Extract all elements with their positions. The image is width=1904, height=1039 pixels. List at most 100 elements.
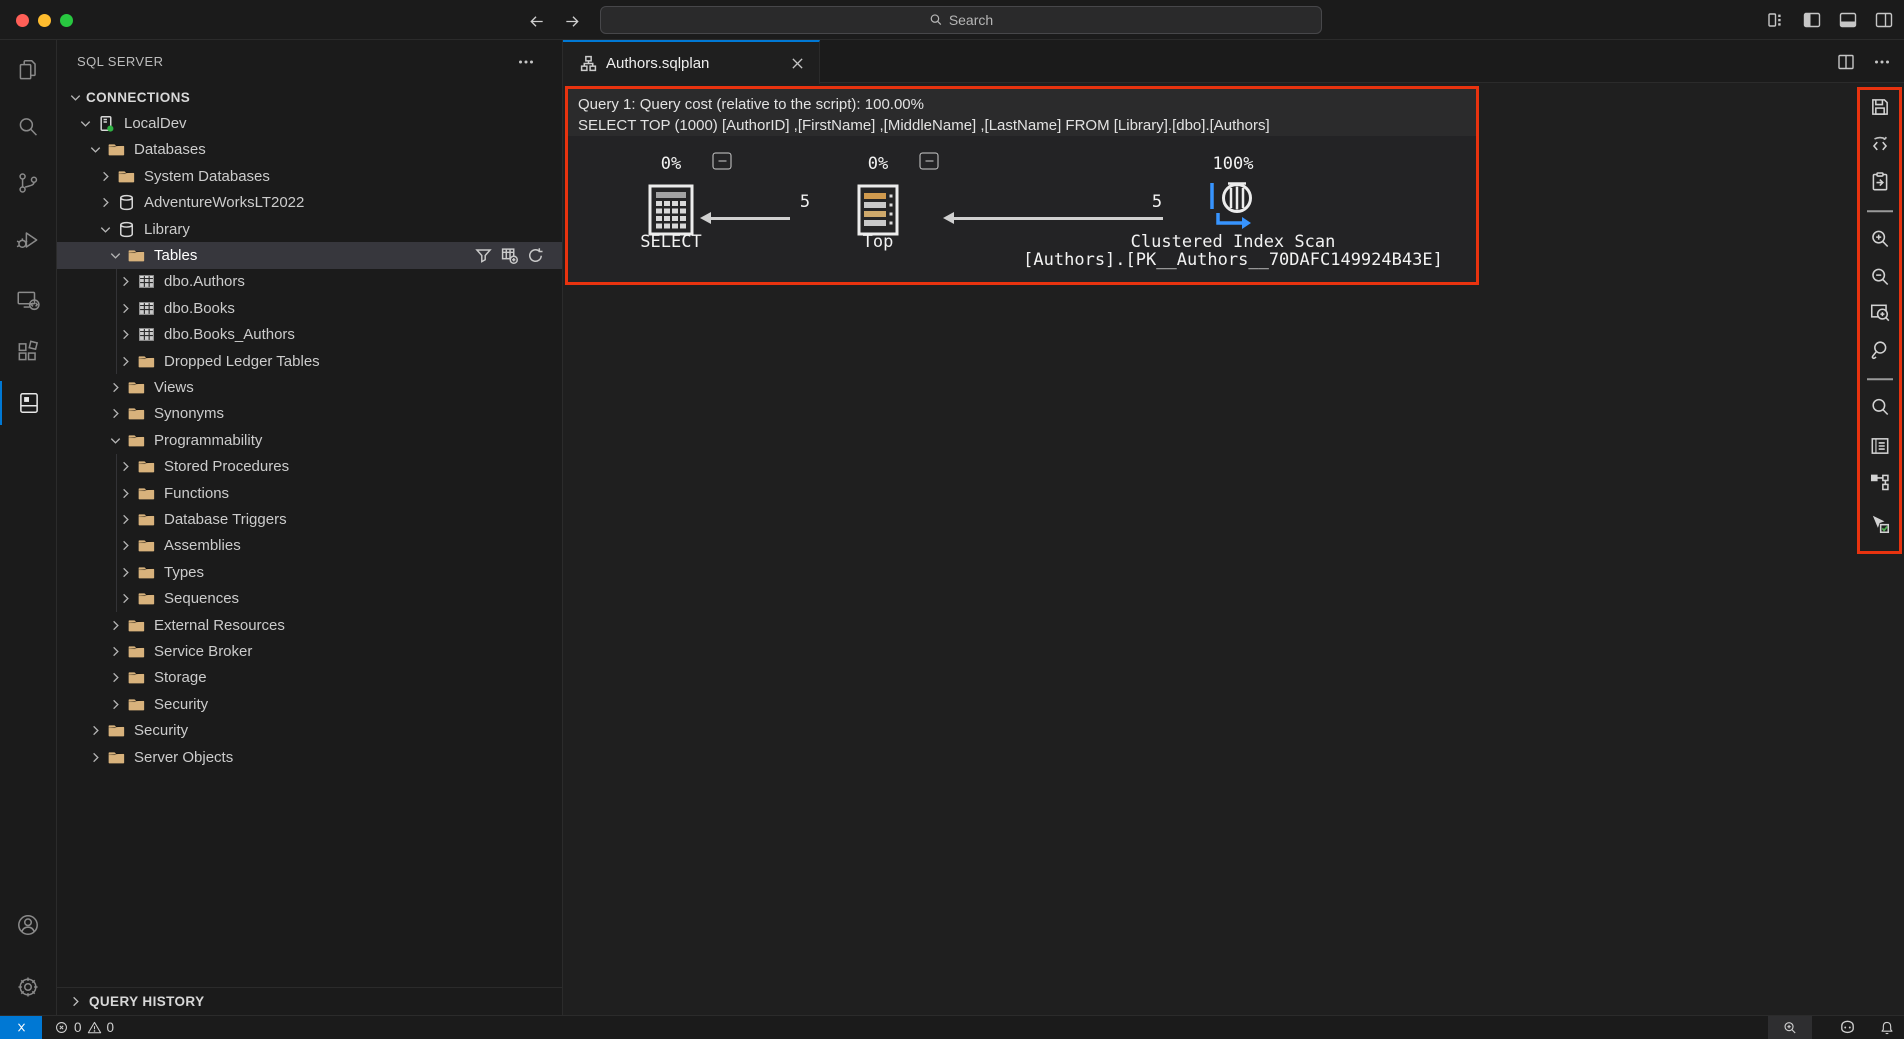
- clustered-index-scan-operator-icon[interactable]: [1204, 177, 1262, 235]
- chevron-right-icon[interactable]: [118, 512, 136, 528]
- top-operator-icon[interactable]: [857, 184, 899, 236]
- zoom-in-button[interactable]: [1869, 228, 1891, 250]
- collapse-top-node-button[interactable]: [919, 152, 939, 170]
- tree-item-synonyms[interactable]: Synonyms: [57, 401, 562, 427]
- activity-item-explorer[interactable]: [0, 48, 55, 92]
- minimize-window-button[interactable]: [38, 14, 51, 27]
- chevron-right-icon[interactable]: [98, 195, 116, 211]
- chevron-right-icon[interactable]: [118, 564, 136, 580]
- activity-item-search[interactable]: [0, 105, 55, 149]
- tree-item-external-resources[interactable]: External Resources: [57, 612, 562, 638]
- tree-item-security[interactable]: Security: [57, 718, 562, 744]
- tree-item-databases[interactable]: Databases: [57, 137, 562, 163]
- activity-item-run-debug[interactable]: [0, 218, 55, 262]
- refresh-icon[interactable]: [527, 247, 544, 264]
- navigate-back-button[interactable]: [524, 9, 548, 33]
- tree-item-views[interactable]: Views: [57, 374, 562, 400]
- chevron-right-icon[interactable]: [108, 644, 126, 660]
- tree-item-security[interactable]: Security: [57, 691, 562, 717]
- collapse-select-node-button[interactable]: [712, 152, 732, 170]
- tree-item-system-databases[interactable]: System Databases: [57, 163, 562, 189]
- select-node-label[interactable]: SELECT: [640, 232, 701, 252]
- zoom-window-button[interactable]: [60, 14, 73, 27]
- tree-item-localdev[interactable]: LocalDev: [57, 110, 562, 136]
- activity-item-settings[interactable]: [0, 965, 55, 1009]
- chevron-right-icon[interactable]: [118, 591, 136, 607]
- split-editor-button[interactable]: [1836, 52, 1856, 72]
- tree-item-types[interactable]: Types: [57, 559, 562, 585]
- panel-left-icon[interactable]: [1801, 9, 1823, 31]
- activity-item-extensions[interactable]: [0, 330, 55, 374]
- tree-item-stored-procedures[interactable]: Stored Procedures: [57, 454, 562, 480]
- tree-item-connections[interactable]: CONNECTIONS: [57, 84, 562, 110]
- chevron-right-icon[interactable]: [118, 327, 136, 343]
- cis-node-label[interactable]: Clustered Index Scan: [1131, 232, 1336, 252]
- chevron-right-icon[interactable]: [118, 485, 136, 501]
- plan-canvas[interactable]: 0% SELECT 0% Top 100% Clustered Index Sc…: [568, 136, 1476, 282]
- chevron-right-icon[interactable]: [118, 353, 136, 369]
- chevron-right-icon[interactable]: [88, 749, 106, 765]
- chevron-right-icon[interactable]: [98, 168, 116, 184]
- tree-item-adventureworkslt2022[interactable]: AdventureWorksLT2022: [57, 190, 562, 216]
- tree-item-service-broker[interactable]: Service Broker: [57, 638, 562, 664]
- chevron-down-icon[interactable]: [108, 432, 126, 448]
- open-xml-button[interactable]: [1869, 135, 1891, 157]
- highlight-ops-button[interactable]: [1869, 471, 1891, 493]
- chevron-right-icon[interactable]: [108, 406, 126, 422]
- close-window-button[interactable]: [16, 14, 29, 27]
- chevron-right-icon[interactable]: [108, 380, 126, 396]
- tree-item-sequences[interactable]: Sequences: [57, 586, 562, 612]
- chevron-down-icon[interactable]: [98, 221, 116, 237]
- tree-item-storage[interactable]: Storage: [57, 665, 562, 691]
- chevron-down-icon[interactable]: [88, 142, 106, 158]
- open-query-button[interactable]: [1869, 171, 1891, 193]
- status-copilot-button[interactable]: [1832, 1016, 1862, 1039]
- notifications-bell-button[interactable]: [1872, 1016, 1902, 1039]
- toggle-tooltip-button[interactable]: [1869, 513, 1891, 535]
- tree-item-dropped-ledger-tables[interactable]: Dropped Ledger Tables: [57, 348, 562, 374]
- tab-authors-sqlplan[interactable]: Authors.sqlplan: [563, 40, 820, 84]
- query-history-section[interactable]: QUERY HISTORY: [57, 987, 562, 1015]
- panel-bottom-icon[interactable]: [1837, 9, 1859, 31]
- close-tab-button[interactable]: [787, 53, 807, 73]
- tree-item-tables[interactable]: Tables: [57, 242, 562, 269]
- chevron-right-icon[interactable]: [88, 723, 106, 739]
- chevron-right-icon[interactable]: [118, 274, 136, 290]
- tree-item-library[interactable]: Library: [57, 216, 562, 242]
- activity-item-remote-explorer[interactable]: [0, 278, 55, 322]
- custom-zoom-button[interactable]: [1869, 339, 1891, 361]
- activity-item-source-control[interactable]: [0, 161, 55, 205]
- chevron-down-icon[interactable]: [68, 89, 86, 105]
- tree-item-functions[interactable]: Functions: [57, 480, 562, 506]
- new-table-icon[interactable]: [501, 247, 518, 265]
- chevron-right-icon[interactable]: [108, 670, 126, 686]
- tree-item-server-objects[interactable]: Server Objects: [57, 744, 562, 770]
- chevron-right-icon[interactable]: [108, 617, 126, 633]
- top-node-label[interactable]: Top: [863, 232, 894, 252]
- chevron-right-icon[interactable]: [118, 538, 136, 554]
- tree-item-database-triggers[interactable]: Database Triggers: [57, 506, 562, 532]
- chevron-down-icon[interactable]: [108, 248, 126, 264]
- remote-indicator-button[interactable]: [0, 1016, 42, 1039]
- chevron-down-icon[interactable]: [78, 116, 96, 132]
- select-operator-icon[interactable]: [648, 184, 694, 236]
- tree-item-dbo-books-authors[interactable]: dbo.Books_Authors: [57, 322, 562, 348]
- activity-item-sql-server[interactable]: [0, 381, 55, 425]
- filter-icon[interactable]: [475, 247, 492, 264]
- tree-item-dbo-books[interactable]: dbo.Books: [57, 295, 562, 321]
- layout-icon[interactable]: [1765, 9, 1787, 31]
- chevron-right-icon[interactable]: [118, 459, 136, 475]
- save-plan-button[interactable]: [1869, 96, 1891, 118]
- status-zoom-button[interactable]: [1768, 1016, 1812, 1039]
- chevron-right-icon[interactable]: [108, 696, 126, 712]
- sidebar-more-actions-button[interactable]: [516, 52, 536, 72]
- chevron-right-icon[interactable]: [118, 300, 136, 316]
- properties-button[interactable]: [1869, 435, 1891, 457]
- zoom-to-fit-button[interactable]: [1869, 302, 1891, 324]
- cis-node-object-label[interactable]: [Authors].[PK__Authors__70DAFC149924B43E…: [1023, 250, 1443, 270]
- command-center-search[interactable]: Search: [600, 6, 1322, 34]
- tree-item-programmability[interactable]: Programmability: [57, 427, 562, 453]
- activity-item-accounts[interactable]: [0, 903, 55, 947]
- tree-item-assemblies[interactable]: Assemblies: [57, 533, 562, 559]
- problems-button[interactable]: 0 0: [54, 1016, 114, 1039]
